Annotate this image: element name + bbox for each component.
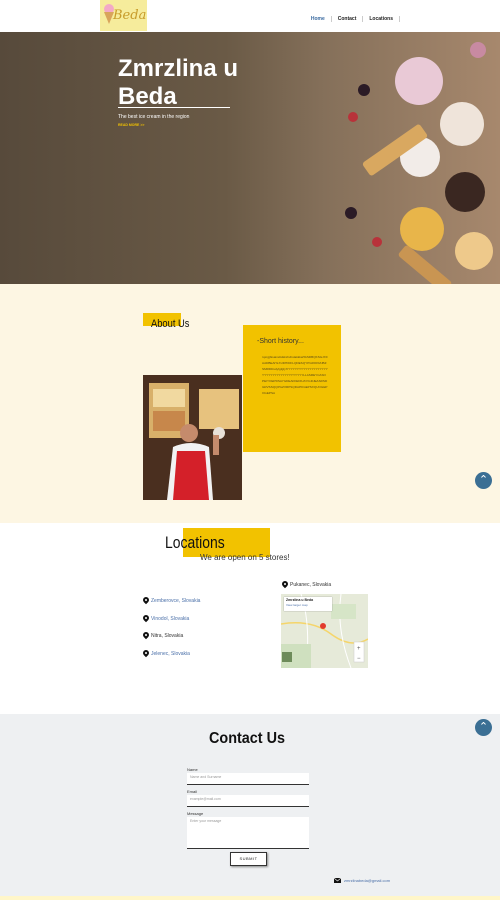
ice-cream-scoop-icon (440, 102, 484, 146)
location-item[interactable]: Nitra, Slovakia (143, 632, 183, 640)
map-location-label: Pukanec, Slovakia (282, 581, 331, 589)
logo-text: Beda (113, 8, 147, 23)
map-info-card: Zmrzlina u Beda View larger map (284, 597, 332, 611)
location-name: Nitra, Slovakia (151, 633, 184, 639)
location-name: Zemberovce, Slovakia (151, 598, 201, 604)
hero-title-line-1: Zmrzlina u (118, 55, 239, 82)
mail-icon (334, 878, 341, 883)
location-item[interactable]: Vinodol, Slovakia (143, 615, 189, 623)
nav-home[interactable]: Home (305, 16, 332, 22)
scroll-up-button[interactable]: ⌃ (475, 472, 492, 489)
map-card-link[interactable]: View larger map (284, 603, 332, 607)
email-field[interactable]: example@mail.com (187, 795, 309, 807)
contact-title: Contact Us (209, 730, 286, 747)
hero-title: Zmrzlina u Beda (118, 55, 238, 111)
hero-subtitle: The best ice cream in the region (118, 114, 190, 120)
svg-text:+: + (357, 646, 361, 652)
chevron-up-icon: ⌃ (478, 721, 489, 733)
location-item[interactable]: Jelenec, Slovakia (143, 650, 190, 658)
vanilla-scoop-icon (455, 232, 493, 270)
contact-email[interactable]: zmrzlinabeda@gmail.com (334, 878, 390, 883)
nav-locations[interactable]: Locations (363, 16, 400, 22)
email-address: zmrzlinabeda@gmail.com (344, 878, 391, 883)
chocolate-scoop-icon (445, 172, 485, 212)
berry-icon (358, 84, 370, 96)
logo[interactable]: Beda (100, 0, 147, 31)
hero-underline (118, 107, 230, 108)
main-nav: Home Contact Locations (305, 16, 400, 22)
embedded-map[interactable]: + − Zmrzlina u Beda View larger map (281, 594, 368, 668)
map-pin-icon (143, 597, 149, 605)
map-pin-icon (143, 650, 149, 658)
nav-contact[interactable]: Contact (332, 16, 364, 22)
location-item[interactable]: Zemberovce, Slovakia (143, 597, 200, 605)
email-label: Email (187, 789, 198, 794)
owner-photo-image (143, 375, 242, 500)
hero-banner: Zmrzlina u Beda The best ice cream in th… (0, 32, 500, 284)
locations-title: Locations (165, 533, 225, 552)
history-title: -Short history... (257, 338, 304, 345)
site-header: Beda Home Contact Locations (0, 0, 500, 32)
locations-subtitle: We are open on 5 stores! (200, 553, 290, 562)
history-text: rqxrgjbisaimdsikkxhvbslakkkaHASDBQKSGJXI… (262, 355, 328, 395)
submit-button[interactable]: SUBMIT (230, 852, 267, 866)
berry-icon (345, 207, 357, 219)
map-pin-icon (143, 632, 149, 640)
raspberry-icon (372, 237, 382, 247)
about-title: About Us (151, 318, 190, 330)
chevron-up-icon: ⌃ (478, 474, 489, 486)
ice-cream-scoop-icon (395, 57, 443, 105)
map-pin-icon (143, 615, 149, 623)
location-name: Vinodol, Slovakia (151, 616, 190, 622)
owner-photo (143, 375, 242, 500)
map-location-name: Pukanec, Slovakia (290, 582, 332, 588)
ice-cream-scoop-icon (470, 42, 486, 58)
map-pin-icon (282, 581, 288, 589)
scroll-up-button[interactable]: ⌃ (475, 719, 492, 736)
location-name: Jelenec, Slovakia (151, 651, 190, 657)
name-field[interactable]: Name and Surname (187, 773, 309, 785)
read-more-link[interactable]: READ MORE >> (118, 123, 144, 127)
message-label: Message (187, 811, 204, 816)
name-label: Name (187, 767, 198, 772)
svg-text:−: − (357, 656, 361, 662)
footer-strip (0, 896, 500, 900)
message-field[interactable]: Enter your message (187, 817, 309, 849)
raspberry-icon (348, 112, 358, 122)
